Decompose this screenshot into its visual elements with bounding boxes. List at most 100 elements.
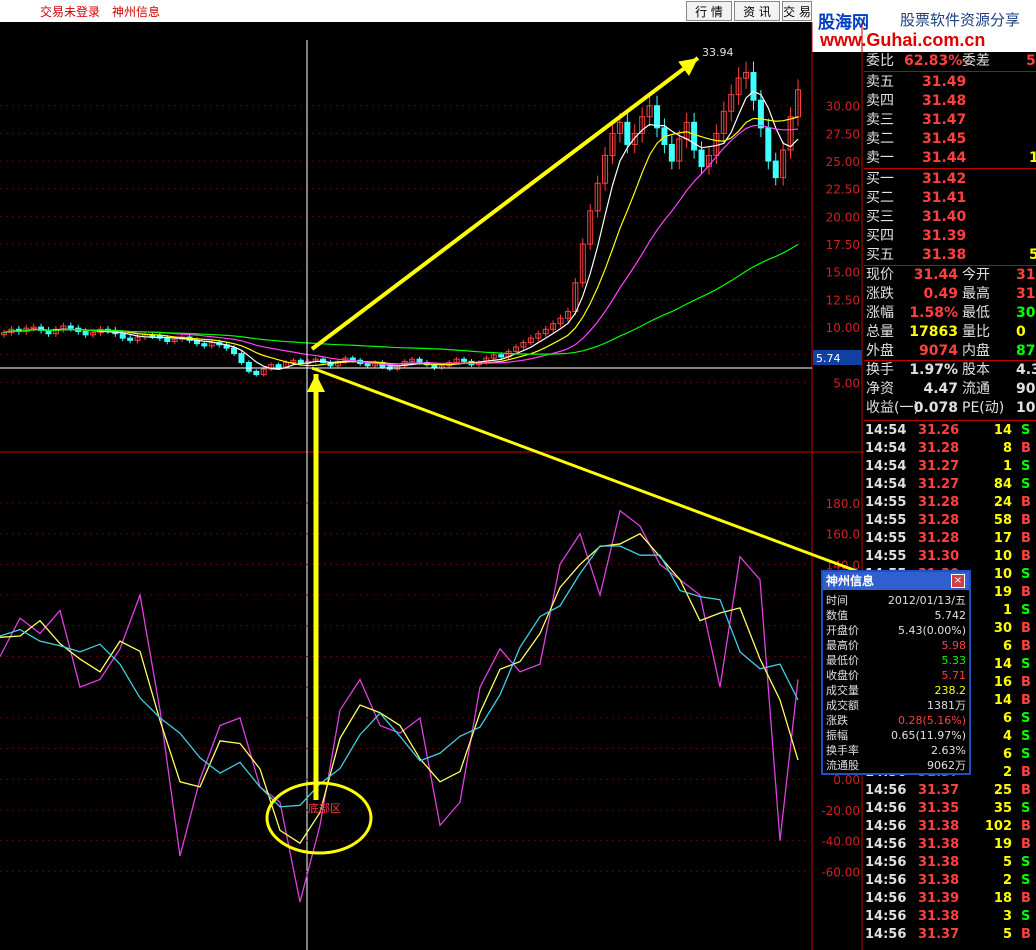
tick-side: B xyxy=(1021,837,1031,852)
stock-name: 神州信息 xyxy=(112,5,161,19)
info-value: 87 xyxy=(1016,343,1036,359)
info-value: 31 xyxy=(1016,286,1036,302)
tick-side: S xyxy=(1021,711,1031,726)
ask-price: 31.44 xyxy=(922,150,967,166)
tick-side: B xyxy=(1021,891,1031,906)
bid-vol: 5 xyxy=(1029,247,1036,263)
tick-vol: 35 xyxy=(993,801,1012,816)
popup-key: 最低价 xyxy=(826,654,859,667)
candle-body xyxy=(461,358,468,362)
info-label: 涨跌 xyxy=(866,286,894,302)
tick-side: S xyxy=(1021,747,1031,762)
quote-panel: 委比 62.83% 委差 5 卖五 31.49 卖四 31.48 卖三 31.47 卖二 31.45 卖… xyxy=(864,52,1036,950)
tick-vol: 3 xyxy=(1002,909,1012,924)
candle-body xyxy=(119,333,126,339)
y-tick-label: -20.00 xyxy=(821,804,860,818)
bid-price: 31.41 xyxy=(922,190,967,206)
tick-vol: 19 xyxy=(993,837,1012,852)
bid-label: 买一 xyxy=(866,171,894,187)
bid-price: 31.42 xyxy=(922,171,967,187)
candle-body xyxy=(416,358,423,363)
popup-key: 成交量 xyxy=(826,684,859,697)
tick-side: B xyxy=(1021,621,1031,636)
tick-vol: 8 xyxy=(1002,441,1012,456)
info-label: 最低 xyxy=(962,305,990,321)
y-tick-label: -40.00 xyxy=(821,835,860,849)
separator xyxy=(864,420,1036,421)
ask-label: 卖三 xyxy=(866,112,894,128)
bid-row: 买一 31.42 xyxy=(864,170,1036,188)
tick-vol: 4 xyxy=(1002,729,1012,744)
popup-value: 5.33 xyxy=(941,654,967,667)
info-label: 外盘 xyxy=(866,343,894,359)
tick-row: 14:54 31.26 14 S xyxy=(864,422,1036,440)
info-row: 现价 31.44 今开 31 xyxy=(864,266,1036,285)
indicator-line-mid xyxy=(0,532,799,845)
tick-time: 14:54 xyxy=(865,459,907,474)
info-label: 总量 xyxy=(866,324,894,340)
tick-price: 31.30 xyxy=(918,549,960,564)
tick-time: 14:55 xyxy=(865,549,907,564)
candle-body xyxy=(698,149,705,168)
tick-row: 14:56 31.38 5 S xyxy=(864,854,1036,872)
tick-side: S xyxy=(1021,873,1031,888)
separator xyxy=(864,168,1036,169)
tick-time: 14:56 xyxy=(865,891,907,906)
info-value: 0.49 xyxy=(923,286,958,302)
bid-label: 买二 xyxy=(866,190,894,206)
trade-button[interactable]: 交 易 xyxy=(782,1,812,21)
tick-vol: 10 xyxy=(993,549,1012,564)
info-label: 现价 xyxy=(866,267,894,283)
tick-price: 31.38 xyxy=(918,873,960,888)
info-label: 股本 xyxy=(962,362,990,378)
popup-title[interactable]: 神州信息 xyxy=(823,572,969,590)
tick-vol: 14 xyxy=(993,657,1012,672)
tick-price: 31.38 xyxy=(918,909,960,924)
info-row: 总量 17863 量比 0 xyxy=(864,323,1036,342)
popup-row: 振幅 0.65(11.97%) xyxy=(823,728,969,743)
popup-value: 5.742 xyxy=(934,609,967,622)
info-value: 9062 xyxy=(1016,381,1036,397)
tick-vol: 17 xyxy=(993,531,1012,546)
y-tick-label: 20.00 xyxy=(826,210,860,224)
tick-row: 14:56 31.35 35 S xyxy=(864,800,1036,818)
data-popup[interactable]: 神州信息 × 时间 2012/01/13/五 数值 5.742 开盘价 5.43(0.00… xyxy=(821,570,971,775)
info-row: 涨跌 0.49 最高 31 xyxy=(864,285,1036,304)
arrow-to-popup-shaft xyxy=(311,366,864,576)
tick-vol: 5 xyxy=(1002,927,1012,942)
candle-body xyxy=(765,127,772,162)
candle-body xyxy=(498,354,505,358)
tick-vol: 6 xyxy=(1002,711,1012,726)
tick-row: 14:54 31.28 8 B xyxy=(864,440,1036,458)
tick-vol: 14 xyxy=(993,423,1012,438)
tick-vol: 24 xyxy=(993,495,1012,510)
ask-price: 31.47 xyxy=(922,112,967,128)
ask-label: 卖五 xyxy=(866,74,894,90)
info-label: 涨幅 xyxy=(866,305,894,321)
news-button[interactable]: 资 讯 xyxy=(734,1,780,21)
candle-body xyxy=(253,370,260,376)
tick-side: S xyxy=(1021,855,1031,870)
popup-row: 成交额 1381万 xyxy=(823,698,969,713)
tick-price: 31.38 xyxy=(918,837,960,852)
bid-label: 买三 xyxy=(866,209,894,225)
quote-button[interactable]: 行 情 xyxy=(686,1,732,21)
kline-chart[interactable]: 30.00 27.50 25.00 22.50 20.00 17.50 15.00 12.50… xyxy=(0,22,864,950)
ratio-value: 62.83% xyxy=(904,53,963,69)
close-icon[interactable]: × xyxy=(951,574,965,588)
popup-value: 5.98 xyxy=(941,639,967,652)
info-value: 31.44 xyxy=(913,267,958,283)
tick-side: B xyxy=(1021,531,1031,546)
login-status[interactable]: 交易未登录 xyxy=(40,3,100,20)
bid-label: 买五 xyxy=(866,247,894,263)
popup-key: 振幅 xyxy=(826,729,848,742)
popup-row: 成交量 238.2 xyxy=(823,683,969,698)
tick-side: B xyxy=(1021,819,1031,834)
tick-side: S xyxy=(1021,729,1031,744)
tick-side: B xyxy=(1021,693,1031,708)
info-row: 净资 4.47流通 9062 xyxy=(864,380,1036,399)
ask-row: 卖三 31.47 xyxy=(864,111,1036,129)
popup-key: 流通股 xyxy=(826,759,859,772)
ask-row: 卖五 31.49 xyxy=(864,73,1036,91)
ask-label: 卖四 xyxy=(866,93,894,109)
